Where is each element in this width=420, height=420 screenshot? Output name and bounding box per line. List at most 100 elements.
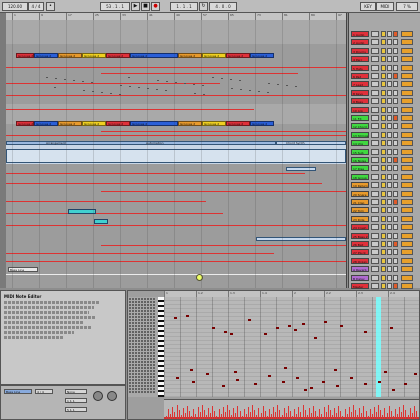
audio-clip[interactable]: Grooves 2 bbox=[130, 53, 178, 58]
track-solo-button[interactable] bbox=[387, 207, 392, 214]
audio-clip[interactable]: Grooves 2 bbox=[202, 53, 226, 58]
time-signature-field[interactable]: 4 / 4 bbox=[28, 2, 44, 11]
clip-end-field[interactable]: 5 1 1 bbox=[65, 407, 87, 412]
midi-note[interactable] bbox=[234, 371, 237, 373]
track-header[interactable]: 21 Clap bbox=[351, 199, 420, 205]
velocity-bar[interactable] bbox=[378, 405, 380, 419]
velocity-bar[interactable] bbox=[302, 405, 304, 419]
track-solo-button[interactable] bbox=[387, 73, 392, 79]
loop-start-field[interactable]: 1 . 1 . 1 bbox=[170, 2, 198, 11]
audio-clip[interactable]: Grooves 2 bbox=[82, 53, 106, 58]
velocity-bar[interactable] bbox=[287, 406, 289, 419]
velocity-bar[interactable] bbox=[260, 413, 262, 419]
track-solo-button[interactable] bbox=[387, 232, 392, 239]
audio-clip[interactable]: Grooves 2 bbox=[226, 121, 250, 126]
track-name[interactable]: 6 Pad bbox=[351, 73, 369, 79]
velocity-bar[interactable] bbox=[317, 416, 319, 419]
velocity-bar[interactable] bbox=[294, 409, 296, 419]
track-solo-button[interactable] bbox=[387, 190, 392, 197]
midi-note[interactable] bbox=[336, 385, 339, 387]
velocity-bar[interactable] bbox=[178, 410, 180, 419]
track-activator-button[interactable] bbox=[381, 106, 386, 113]
velocity-bar[interactable] bbox=[399, 407, 401, 419]
loop-length-field[interactable]: 4 . 0 . 0 bbox=[209, 2, 237, 11]
velocity-bar[interactable] bbox=[336, 413, 338, 419]
velocity-bar[interactable] bbox=[321, 414, 323, 419]
track-arm-button[interactable] bbox=[393, 249, 398, 256]
midi-note[interactable] bbox=[222, 385, 225, 387]
velocity-bar[interactable] bbox=[180, 415, 182, 419]
track-volume-box[interactable] bbox=[401, 64, 413, 71]
track-activator-button[interactable] bbox=[381, 257, 386, 264]
track-io-box[interactable] bbox=[371, 106, 379, 113]
velocity-bar[interactable] bbox=[237, 406, 239, 419]
midi-note[interactable] bbox=[264, 333, 267, 335]
track-io-box[interactable] bbox=[371, 190, 379, 197]
velocity-bar[interactable] bbox=[266, 416, 268, 419]
midi-note[interactable] bbox=[282, 381, 285, 383]
velocity-bar[interactable] bbox=[214, 411, 216, 419]
velocity-bar[interactable] bbox=[279, 410, 281, 419]
track-activator-button[interactable] bbox=[381, 47, 386, 54]
track-name[interactable]: 14 Vox bbox=[351, 140, 369, 147]
track-name[interactable]: 1 Audio bbox=[351, 31, 369, 37]
track-activator-button[interactable] bbox=[381, 274, 386, 281]
track-volume-box[interactable] bbox=[401, 89, 413, 96]
velocity-bar[interactable] bbox=[407, 415, 409, 419]
audio-clip[interactable]: Grooves 2 bbox=[226, 53, 250, 58]
velocity-bar[interactable] bbox=[273, 407, 275, 419]
track-io-box[interactable] bbox=[371, 140, 379, 147]
midi-note[interactable] bbox=[174, 317, 177, 319]
velocity-bar[interactable] bbox=[331, 415, 333, 419]
midi-clip[interactable] bbox=[94, 219, 108, 224]
track-io-box[interactable] bbox=[371, 224, 379, 231]
velocity-bar[interactable] bbox=[191, 416, 193, 419]
midi-note[interactable] bbox=[404, 383, 407, 385]
track-arm-button[interactable] bbox=[393, 165, 398, 172]
loop-icon[interactable]: ↻ bbox=[199, 2, 208, 11]
track-io-box[interactable] bbox=[371, 249, 379, 256]
track-activator-button[interactable] bbox=[381, 148, 386, 155]
track-volume-box[interactable] bbox=[401, 266, 413, 273]
velocity-bar[interactable] bbox=[365, 411, 367, 419]
track-name[interactable]: 10 Arp bbox=[351, 106, 369, 113]
track-volume-box[interactable] bbox=[401, 274, 413, 281]
track-header[interactable]: 16 Noise bbox=[351, 157, 420, 163]
midi-note[interactable] bbox=[296, 377, 299, 379]
track-activator-button[interactable] bbox=[381, 190, 386, 197]
velocity-bar[interactable] bbox=[411, 413, 413, 419]
track-activator-button[interactable] bbox=[381, 140, 386, 147]
midi-clip[interactable] bbox=[286, 167, 316, 171]
velocity-bar[interactable] bbox=[187, 406, 188, 419]
velocity-bar[interactable] bbox=[384, 408, 386, 419]
track-solo-button[interactable] bbox=[387, 148, 392, 155]
velocity-bar[interactable] bbox=[231, 415, 233, 419]
track-activator-button[interactable] bbox=[381, 64, 386, 71]
velocity-bar[interactable] bbox=[334, 408, 335, 419]
track-activator-button[interactable] bbox=[381, 56, 386, 63]
stop-icon[interactable]: ■ bbox=[141, 2, 150, 11]
track-volume-box[interactable] bbox=[401, 232, 413, 239]
audio-clip[interactable]: Grooves 2 bbox=[58, 121, 82, 126]
velocity-bar[interactable] bbox=[277, 405, 279, 419]
track-activator-button[interactable] bbox=[381, 81, 386, 88]
velocity-bar[interactable] bbox=[344, 409, 346, 419]
track-arm-button[interactable] bbox=[393, 283, 398, 289]
velocity-bar[interactable] bbox=[342, 416, 344, 419]
audio-clip[interactable]: Grooves 2 bbox=[250, 53, 274, 58]
velocity-bar[interactable] bbox=[363, 406, 365, 419]
track-solo-button[interactable] bbox=[387, 56, 392, 63]
midi-note[interactable] bbox=[340, 325, 343, 327]
track-activator-button[interactable] bbox=[381, 207, 386, 214]
velocity-bar[interactable] bbox=[212, 406, 214, 419]
velocity-bar[interactable] bbox=[338, 406, 340, 419]
clip-signature-field[interactable]: 4 / 4 bbox=[35, 389, 53, 394]
audio-clip[interactable]: Grooves 2 bbox=[106, 53, 130, 58]
track-arm-button[interactable] bbox=[393, 115, 398, 121]
track-io-box[interactable] bbox=[371, 257, 379, 264]
velocity-bar[interactable] bbox=[304, 410, 306, 419]
track-activator-button[interactable] bbox=[381, 123, 386, 130]
track-volume-box[interactable] bbox=[401, 140, 413, 147]
track-name[interactable]: B Delay bbox=[351, 274, 369, 281]
track-volume-box[interactable] bbox=[401, 190, 413, 197]
